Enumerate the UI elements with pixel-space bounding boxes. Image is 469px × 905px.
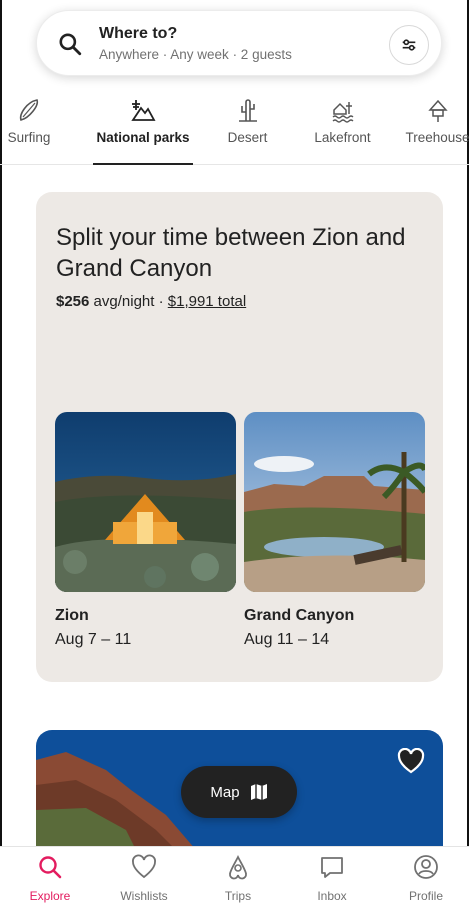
price-per-night: $256 bbox=[56, 293, 90, 310]
lakefront-icon bbox=[332, 102, 353, 123]
cactus-icon bbox=[238, 99, 257, 122]
search-title: Where to? bbox=[99, 25, 178, 42]
national-park-icon bbox=[131, 100, 156, 121]
nav-explore[interactable]: Explore bbox=[3, 847, 97, 905]
bottom-nav: Explore Wishlists Trips Inbox Profile bbox=[0, 846, 469, 905]
filters-button[interactable] bbox=[389, 25, 429, 65]
trip-suggestion-card[interactable]: Split your time between Zion and Grand C… bbox=[36, 192, 443, 682]
category-tab-national-parks[interactable]: National parks bbox=[93, 90, 193, 165]
nav-profile[interactable]: Profile bbox=[379, 847, 469, 905]
heart-icon[interactable] bbox=[397, 748, 425, 774]
map-icon bbox=[250, 784, 267, 800]
nav-label: Inbox bbox=[317, 889, 347, 903]
map-button-label: Map bbox=[210, 783, 240, 801]
card-price: $256 avg/night · $1,991 total bbox=[56, 293, 246, 310]
category-label: Lakefront bbox=[314, 130, 371, 145]
search-subtitle: Anywhere · Any week · 2 guests bbox=[99, 47, 292, 62]
treehouse-icon bbox=[427, 99, 448, 122]
card-headline: Split your time between Zion and Grand C… bbox=[56, 224, 406, 282]
nav-label: Profile bbox=[408, 889, 443, 903]
profile-icon bbox=[414, 855, 438, 879]
category-label: Desert bbox=[227, 130, 268, 145]
nav-trips[interactable]: Trips bbox=[191, 847, 285, 905]
category-tab-surfing[interactable]: Surfing bbox=[0, 90, 68, 165]
category-label: National parks bbox=[96, 130, 190, 145]
destination-name: Grand Canyon bbox=[244, 607, 355, 624]
surfboard-icon bbox=[19, 99, 39, 121]
destination-grand-canyon[interactable]: Grand Canyon Aug 11 – 14 bbox=[244, 412, 425, 649]
zion-photo bbox=[55, 412, 236, 592]
category-label: Surfing bbox=[7, 130, 51, 145]
nav-inbox[interactable]: Inbox bbox=[285, 847, 379, 905]
nav-label: Wishlists bbox=[120, 889, 168, 903]
destination-dates: Aug 7 – 11 bbox=[55, 631, 132, 648]
heart-icon bbox=[132, 854, 156, 879]
search-icon bbox=[39, 856, 62, 879]
airbnb-logo-icon bbox=[229, 854, 247, 880]
price-suffix: avg/night · bbox=[89, 293, 168, 310]
total-price-link[interactable]: $1,991 total bbox=[168, 293, 246, 310]
category-bar: Surfing National parks Desert Lakefront bbox=[0, 90, 469, 165]
category-label: Treehouse bbox=[405, 130, 469, 145]
category-tab-lakefront[interactable]: Lakefront bbox=[305, 90, 380, 165]
search-bar[interactable]: Where to? Anywhere · Any week · 2 guests bbox=[36, 10, 442, 76]
active-tab-indicator bbox=[93, 163, 193, 165]
destination-name: Zion bbox=[55, 607, 89, 624]
message-icon bbox=[321, 857, 343, 878]
search-icon bbox=[59, 33, 82, 56]
category-tab-desert[interactable]: Desert bbox=[220, 90, 275, 165]
grand-canyon-photo bbox=[244, 412, 425, 592]
filter-icon bbox=[402, 39, 416, 51]
nav-label: Explore bbox=[29, 889, 71, 903]
nav-wishlists[interactable]: Wishlists bbox=[97, 847, 191, 905]
category-tab-treehouse[interactable]: Treehouse bbox=[400, 90, 469, 165]
destination-zion[interactable]: Zion Aug 7 – 11 bbox=[55, 412, 236, 649]
destination-dates: Aug 11 – 14 bbox=[244, 631, 330, 648]
nav-label: Trips bbox=[224, 889, 252, 903]
map-button[interactable]: Map bbox=[181, 766, 297, 818]
